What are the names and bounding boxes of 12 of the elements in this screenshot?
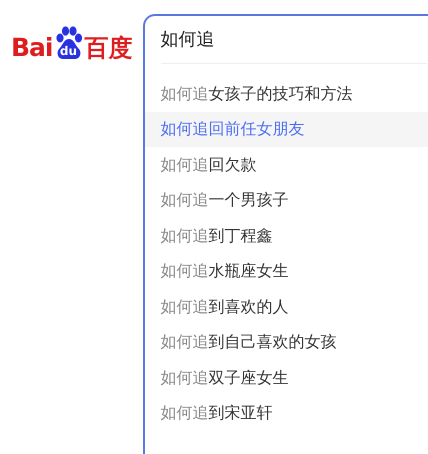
suggestion-item[interactable]: 如何追到丁程鑫 (144, 218, 428, 254)
suggestion-item[interactable]: 如何追回前任女朋友 (144, 112, 428, 147)
suggestion-item[interactable]: 如何追女孩子的技巧和方法 (144, 76, 428, 112)
suggestion-item[interactable]: 如何追到喜欢的人 (144, 289, 428, 324)
suggestion-item[interactable]: 如何追到自己喜欢的女孩 (144, 324, 428, 360)
suggestion-item[interactable]: 如何追一个男孩子 (144, 182, 428, 218)
suggestion-item[interactable]: 如何追水瓶座女生 (144, 254, 428, 289)
suggestion-item[interactable]: 如何追回欠款 (144, 147, 428, 182)
suggestion-item[interactable]: 如何追双子座女生 (144, 360, 428, 396)
suggestion-item[interactable]: 如何追到宋亚轩 (144, 396, 428, 431)
search-field[interactable]: 如何追 (160, 26, 426, 53)
baidu-logo: Bai du 百度 (11, 24, 132, 60)
